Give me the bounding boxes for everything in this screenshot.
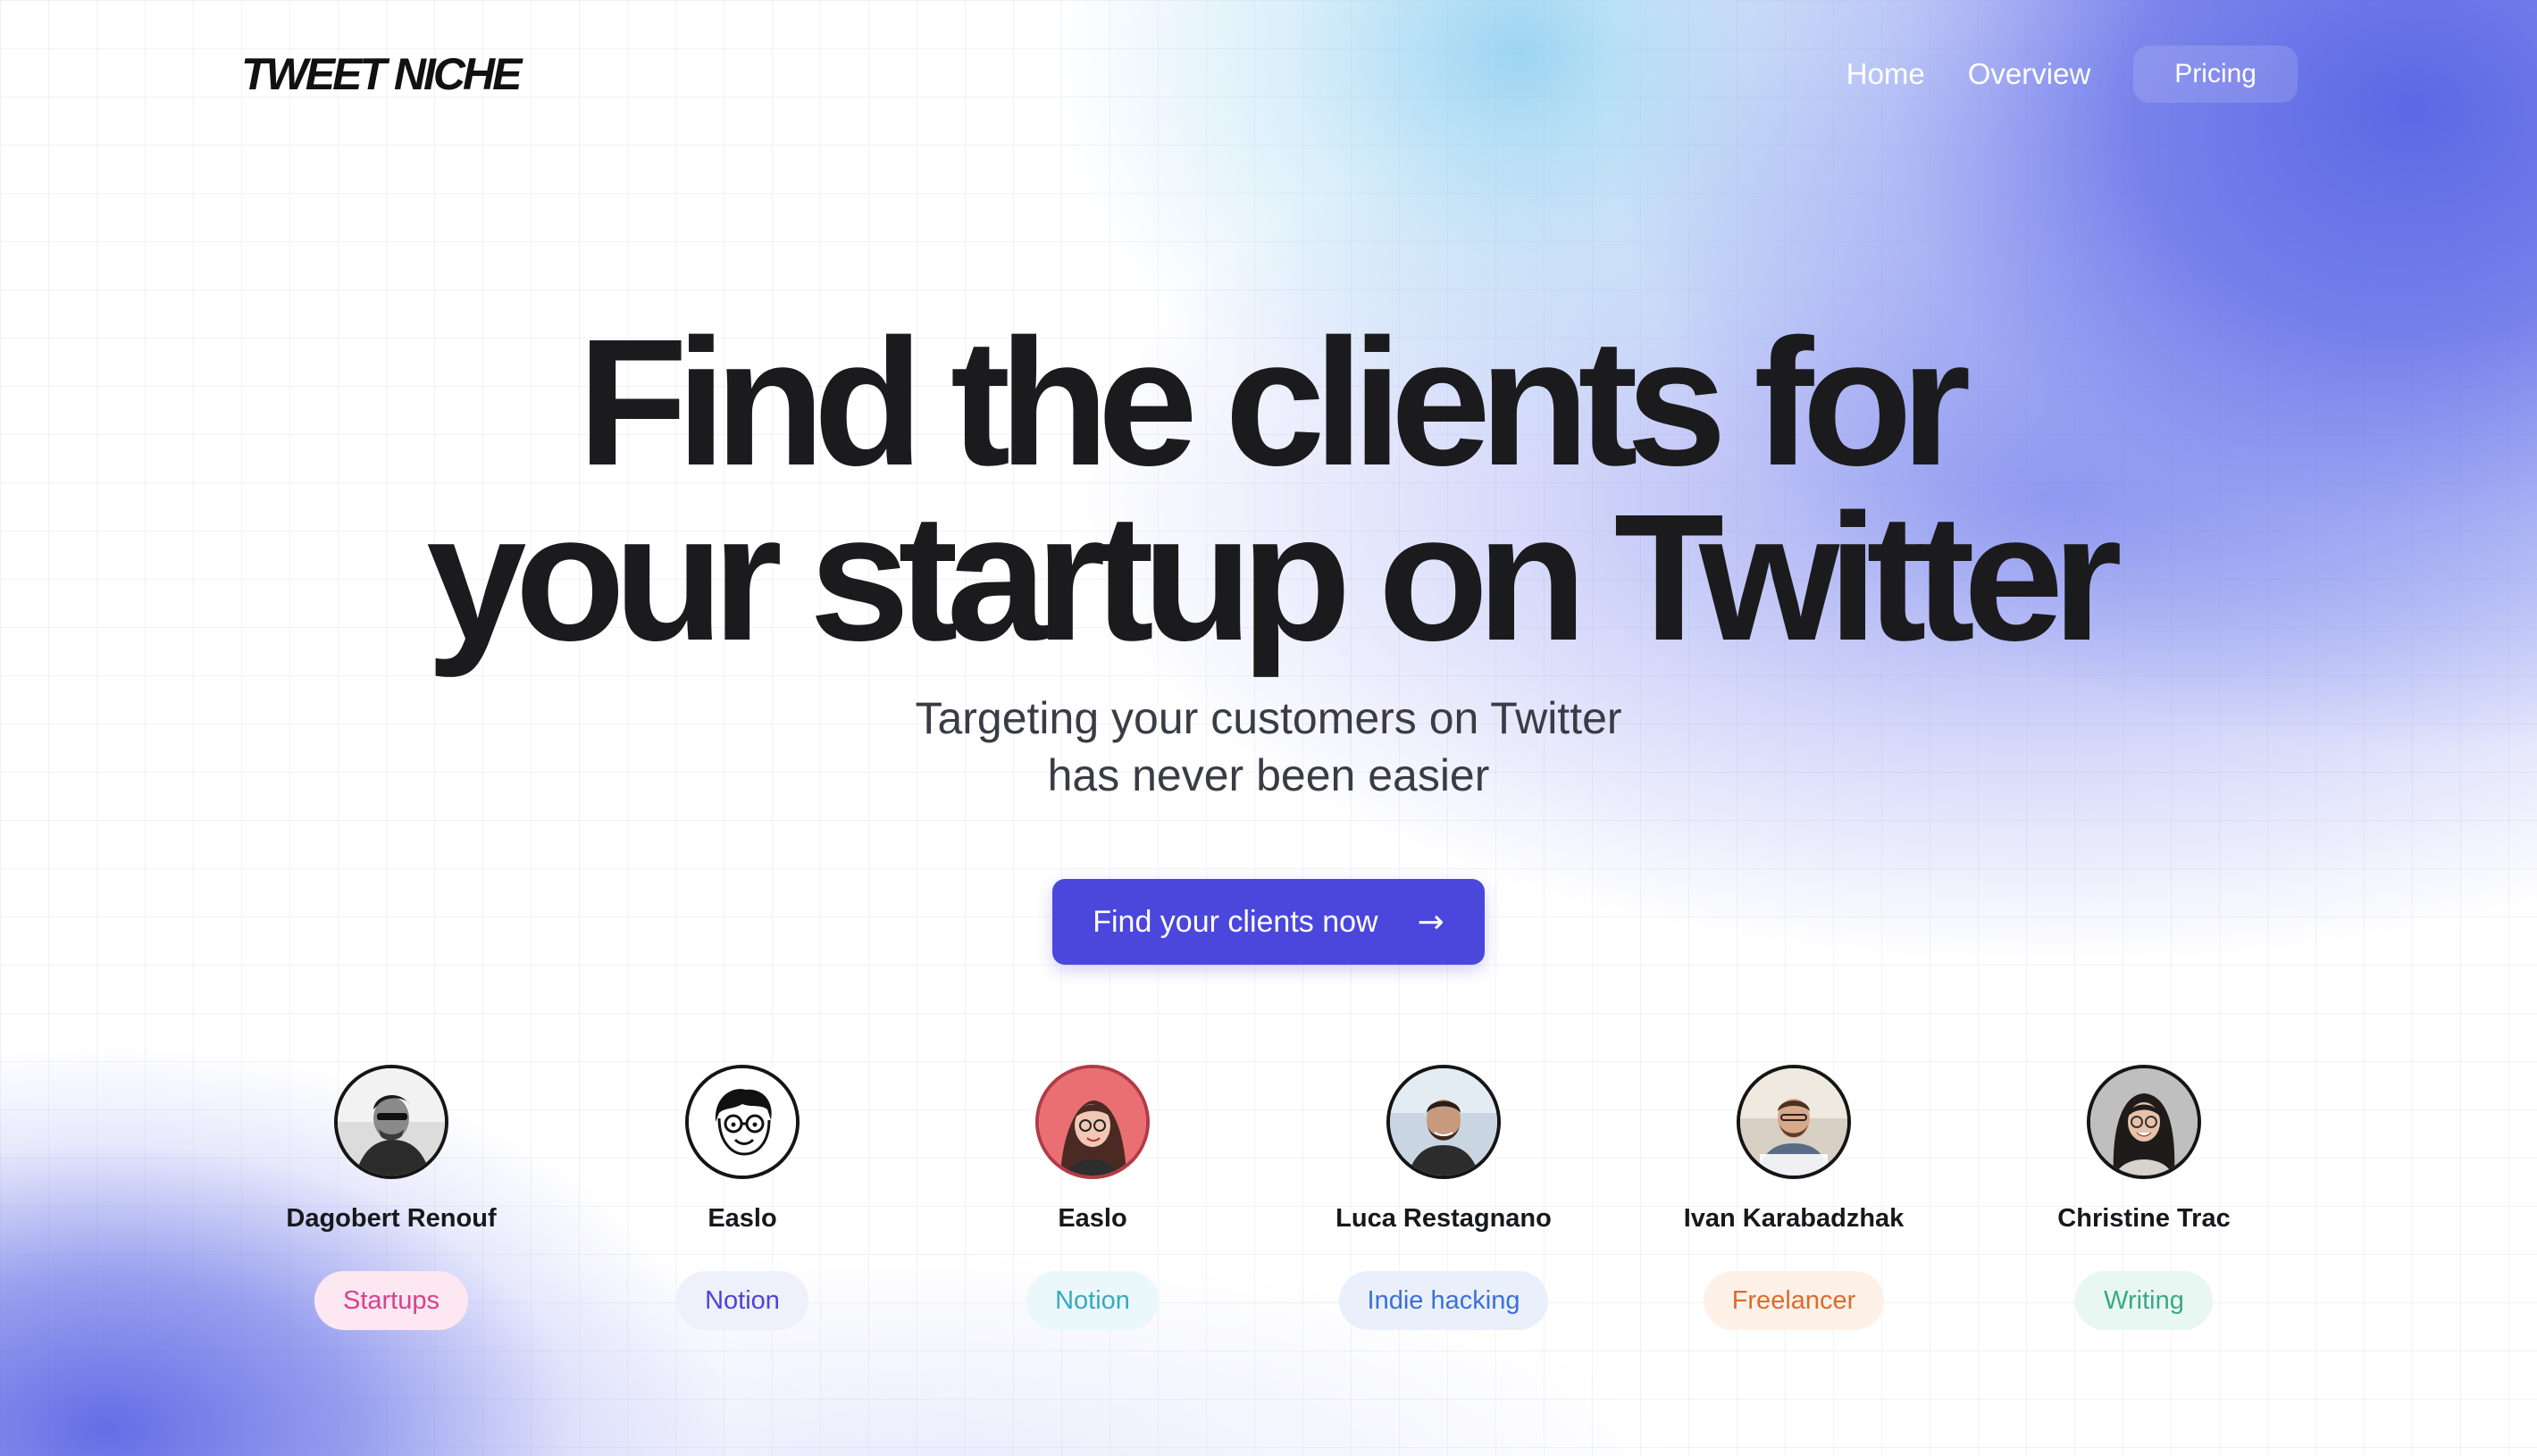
- avatar[interactable]: [1386, 1065, 1501, 1179]
- avatar[interactable]: [2087, 1065, 2201, 1179]
- avatar-photo-icon: [1039, 1068, 1146, 1176]
- profile-name: Easlo: [708, 1204, 777, 1233]
- profile-card: Easlo Notion: [590, 1065, 894, 1330]
- profile-tag[interactable]: Writing: [2075, 1271, 2213, 1330]
- profile-name: Luca Restagnano: [1335, 1204, 1552, 1233]
- landing-page: TWEET NICHE Home Overview Pricing Find t…: [0, 0, 2537, 1456]
- profile-card: Christine Trac Writing: [1992, 1065, 2296, 1330]
- nav-pricing-button[interactable]: Pricing: [2133, 46, 2298, 103]
- find-clients-button-label: Find your clients now: [1093, 904, 1378, 939]
- avatar-photo-icon: [338, 1068, 445, 1176]
- right-arrow-icon: →: [1417, 903, 1444, 941]
- profile-name: Dagobert Renouf: [286, 1204, 497, 1233]
- hero-subtitle-line-1: Targeting your customers on Twitter: [915, 693, 1622, 743]
- profile-tag[interactable]: Indie hacking: [1338, 1271, 1549, 1330]
- hero-title: Find the clients for your startup on Twi…: [0, 301, 2537, 678]
- hero-subtitle-line-2: has never been easier: [1047, 750, 1490, 800]
- profile-name: Easlo: [1058, 1204, 1127, 1233]
- profile-card: Luca Restagnano Indie hacking: [1292, 1065, 1595, 1330]
- avatar[interactable]: [334, 1065, 448, 1179]
- hero-title-line-2: your startup on Twitter: [426, 476, 2123, 678]
- cartoon-avatar-icon: [689, 1068, 796, 1176]
- avatar[interactable]: [685, 1065, 800, 1179]
- profile-tag[interactable]: Notion: [1026, 1271, 1159, 1330]
- logo[interactable]: TWEET NICHE: [241, 45, 522, 104]
- avatar-photo-icon: [1740, 1068, 1847, 1176]
- find-clients-button[interactable]: Find your clients now →: [1052, 879, 1485, 965]
- profile-card: Easlo Notion: [941, 1065, 1244, 1330]
- profiles-row: Dagobert Renouf Startups Easlo Notion Ea…: [0, 1065, 2537, 1360]
- avatar-photo-icon: [2090, 1068, 2198, 1176]
- top-nav: Home Overview Pricing: [1804, 45, 2298, 104]
- avatar[interactable]: [1737, 1065, 1851, 1179]
- profile-card: Ivan Karabadzhak Freelancer: [1642, 1065, 1946, 1330]
- avatar-photo-icon: [1390, 1068, 1497, 1176]
- profile-card: Dagobert Renouf Startups: [239, 1065, 543, 1330]
- avatar[interactable]: [1035, 1065, 1150, 1179]
- profile-name: Ivan Karabadzhak: [1683, 1204, 1905, 1233]
- profile-tag[interactable]: Freelancer: [1703, 1271, 1885, 1330]
- nav-overview-link[interactable]: Overview: [1968, 57, 2091, 91]
- profile-name: Christine Trac: [2057, 1204, 2231, 1233]
- hero-title-line-1: Find the clients for: [577, 301, 1972, 503]
- profile-tag[interactable]: Startups: [314, 1271, 468, 1330]
- nav-home-link[interactable]: Home: [1846, 57, 1925, 91]
- profile-tag[interactable]: Notion: [676, 1271, 808, 1330]
- hero-subtitle: Targeting your customers on Twitter has …: [0, 690, 2537, 804]
